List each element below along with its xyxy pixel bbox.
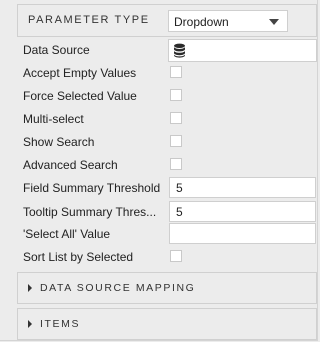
show-search-checkbox[interactable] [170, 135, 182, 147]
field-summary-threshold-label: Field Summary Threshold [23, 181, 161, 195]
advanced-search-checkbox[interactable] [170, 158, 182, 170]
parameter-type-value: Dropdown [174, 15, 229, 29]
data-source-mapping-label: DATA SOURCE MAPPING [40, 282, 196, 294]
parameter-settings-panel: PARAMETER TYPE Dropdown Data Source Acce… [0, 0, 318, 341]
items-label: ITEMS [40, 318, 81, 330]
multi-select-label: Multi-select [23, 112, 84, 126]
multi-select-checkbox[interactable] [170, 112, 182, 124]
force-selected-value-checkbox[interactable] [170, 89, 182, 101]
tooltip-summary-threshold-input[interactable] [169, 201, 316, 222]
parameter-type-row: PARAMETER TYPE Dropdown [17, 4, 317, 37]
select-all-value-label: 'Select All' Value [23, 227, 111, 241]
chevron-down-icon [269, 19, 279, 25]
sort-list-by-selected-label: Sort List by Selected [23, 250, 134, 264]
data-source-field[interactable] [168, 39, 317, 62]
data-source-label: Data Source [23, 43, 90, 57]
show-search-label: Show Search [23, 135, 95, 149]
database-icon [174, 43, 185, 58]
accept-empty-values-checkbox[interactable] [170, 66, 182, 78]
accept-empty-values-label: Accept Empty Values [23, 66, 137, 80]
data-source-mapping-section[interactable]: DATA SOURCE MAPPING [17, 272, 317, 304]
force-selected-value-label: Force Selected Value [23, 89, 137, 103]
chevron-right-icon [28, 320, 32, 328]
sort-list-by-selected-checkbox[interactable] [170, 250, 182, 262]
tooltip-summary-threshold-label: Tooltip Summary Thres... [23, 205, 157, 219]
parameter-type-label: PARAMETER TYPE [28, 14, 150, 26]
advanced-search-label: Advanced Search [23, 158, 118, 172]
items-section[interactable]: ITEMS [17, 308, 317, 340]
field-summary-threshold-input[interactable] [169, 177, 316, 198]
select-all-value-input[interactable] [169, 223, 316, 244]
parameter-type-dropdown[interactable]: Dropdown [168, 10, 288, 32]
chevron-right-icon [28, 284, 32, 292]
